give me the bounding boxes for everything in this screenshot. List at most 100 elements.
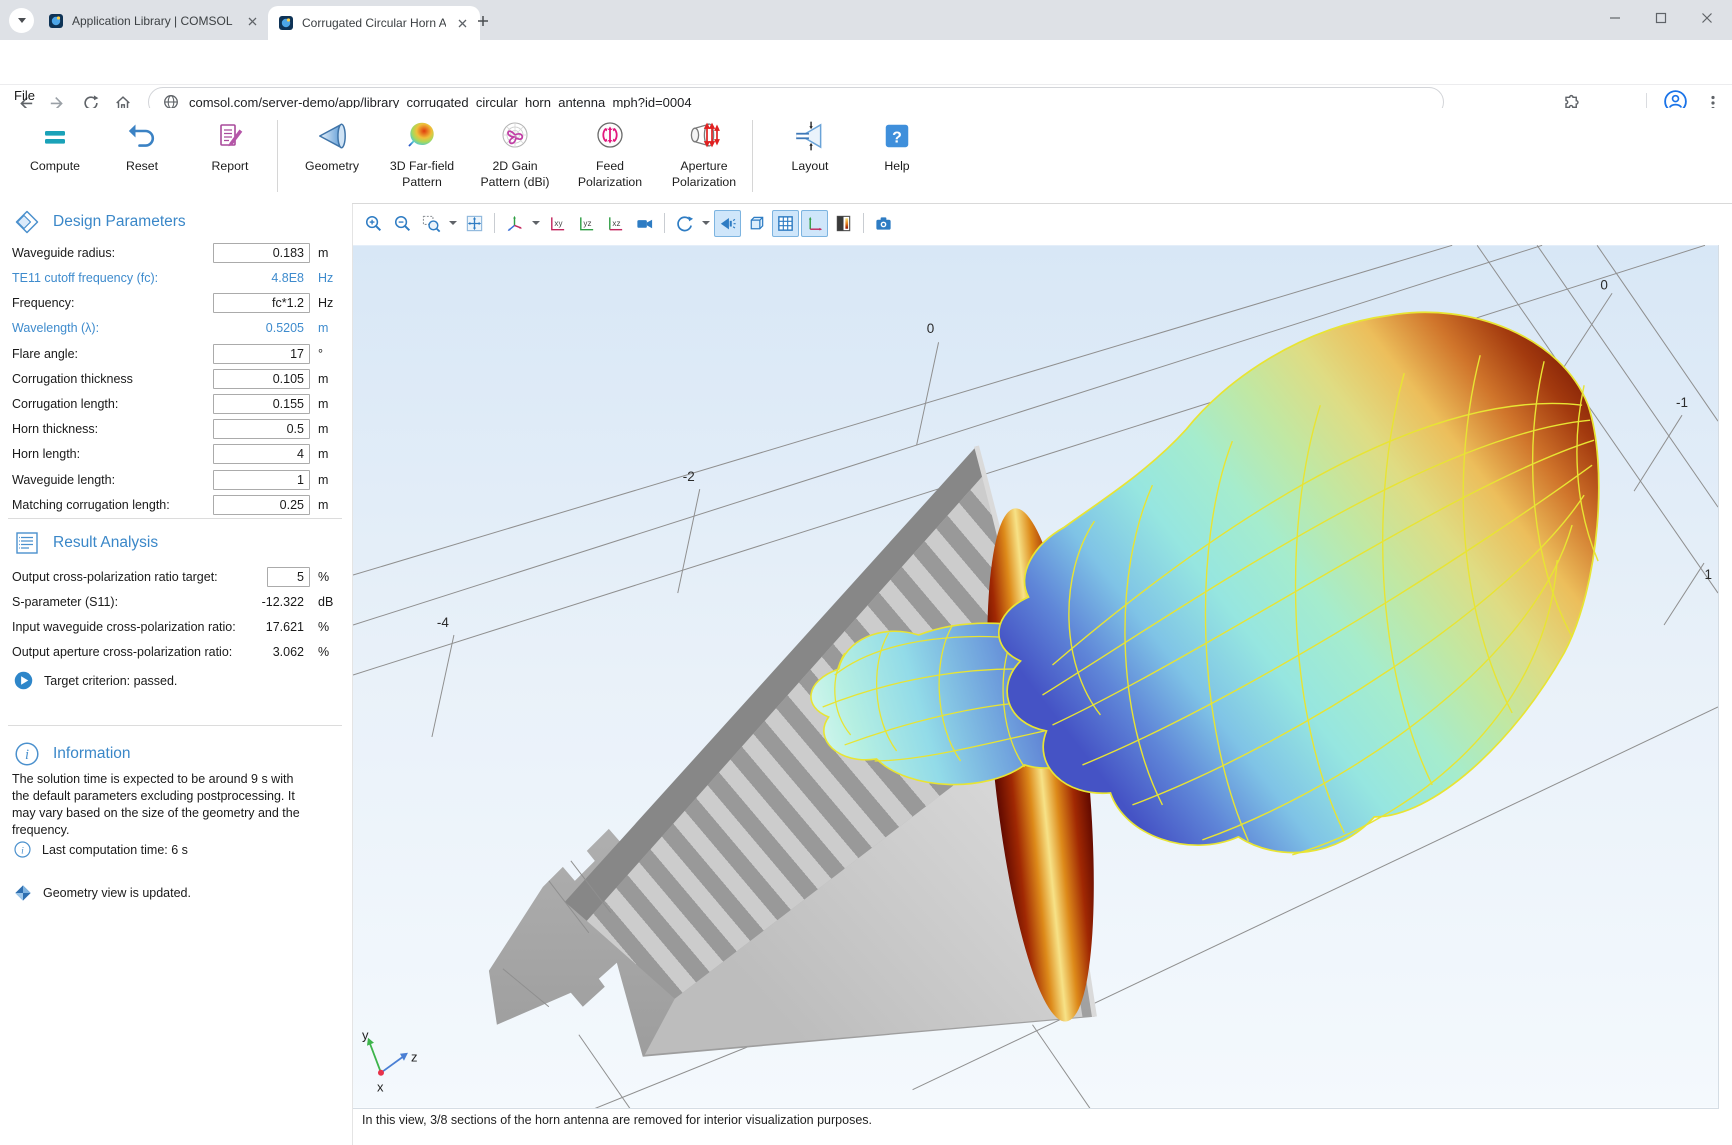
rotate-view-button[interactable]	[671, 210, 698, 237]
graphics-toolbar: xy yz xz	[356, 206, 897, 240]
param-row: Frequency: Hz	[12, 293, 344, 314]
2d-gain-icon	[468, 114, 562, 158]
app-window: Application Library | COMSOL S Corrugate…	[0, 0, 1732, 1145]
waveguide-length-input[interactable]	[213, 470, 310, 490]
grid-toggle[interactable]	[772, 210, 799, 237]
design-parameters-icon	[14, 209, 40, 235]
compute-icon	[10, 114, 100, 158]
svg-text:0: 0	[1600, 277, 1608, 292]
param-row: Horn length: m	[12, 444, 344, 465]
param-row: Horn thickness: m	[12, 419, 344, 440]
result-row: Output cross-polarization ratio target: …	[12, 567, 344, 588]
maximize-button[interactable]	[1638, 0, 1684, 36]
svg-text:i: i	[21, 845, 24, 856]
comsol-favicon-icon	[278, 15, 294, 31]
information-icon: i	[14, 741, 40, 767]
svg-text:z: z	[411, 1050, 418, 1065]
svg-text:-1: -1	[1676, 395, 1688, 410]
svg-text:y: y	[362, 1028, 369, 1043]
file-menu[interactable]: File	[14, 88, 35, 103]
close-icon[interactable]	[244, 17, 260, 26]
view-xy-button[interactable]: xy	[544, 210, 571, 237]
view-yz-button[interactable]: yz	[573, 210, 600, 237]
help-button[interactable]: ? Help	[852, 114, 942, 175]
aperture-polarization-button[interactable]: AperturePolarization	[658, 114, 750, 190]
frequency-input[interactable]	[213, 293, 310, 313]
browser-tabstrip: Application Library | COMSOL S Corrugate…	[0, 0, 1732, 40]
param-row: Corrugation length: m	[12, 394, 344, 415]
param-row: Waveguide radius: m	[12, 243, 344, 264]
tab-search-button[interactable]	[9, 8, 34, 33]
reset-button[interactable]: Reset	[97, 114, 187, 175]
new-tab-button[interactable]	[472, 10, 494, 32]
view-xz-button[interactable]: xz	[602, 210, 629, 237]
view-dropdown-icon[interactable]	[532, 221, 540, 225]
feed-polarization-button[interactable]: FeedPolarization	[564, 114, 656, 190]
toolbar-separator	[494, 213, 495, 233]
s-parameter-value: -12.322	[213, 595, 310, 609]
geometry-button[interactable]: Geometry	[287, 114, 377, 175]
minimize-button[interactable]	[1592, 0, 1638, 36]
horn-thickness-input[interactable]	[213, 419, 310, 439]
param-row: Corrugation thickness m	[12, 369, 344, 390]
comsol-favicon-icon	[48, 13, 64, 29]
projection-camera-button[interactable]	[631, 210, 658, 237]
horn-length-input[interactable]	[213, 444, 310, 464]
zoom-extents-button[interactable]	[461, 210, 488, 237]
waveguide-radius-input[interactable]	[213, 243, 310, 263]
2d-gain-pattern-button[interactable]: 2D GainPattern (dBi)	[468, 114, 562, 190]
3d-farfield-pattern-button[interactable]: 3D Far-fieldPattern	[376, 114, 468, 190]
zoom-box-button[interactable]	[418, 210, 445, 237]
param-row: Wavelength (λ): 0.5205 m	[12, 318, 344, 339]
aperture-polarization-icon	[658, 114, 750, 158]
cross-polarization-target-input[interactable]	[267, 567, 310, 587]
zoom-box-dropdown-icon[interactable]	[449, 221, 457, 225]
report-button[interactable]: Report	[185, 114, 275, 175]
result-analysis-header: Result Analysis	[14, 530, 158, 556]
close-window-button[interactable]	[1684, 0, 1730, 36]
settings-panel: Design Parameters Waveguide radius: m TE…	[0, 203, 352, 1145]
toolbar-separator	[863, 213, 864, 233]
compute-button[interactable]: Compute	[10, 114, 100, 175]
transparency-toggle[interactable]	[743, 210, 770, 237]
tab-title: Corrugated Circular Horn Anten	[302, 16, 446, 30]
layout-button[interactable]: Layout	[765, 114, 855, 175]
default-view-button[interactable]	[501, 210, 528, 237]
tab-application-library[interactable]: Application Library | COMSOL S	[38, 7, 270, 35]
corrugation-thickness-input[interactable]	[213, 369, 310, 389]
browser-navbar: comsol.com/server-demo/app/library_corru…	[0, 40, 1732, 85]
zoom-in-button[interactable]	[360, 210, 387, 237]
matching-corrugation-length-input[interactable]	[213, 495, 310, 515]
svg-text:x: x	[377, 1080, 384, 1095]
information-paragraph: The solution time is expected to be arou…	[12, 771, 312, 840]
graphics-canvas[interactable]: 0 -2 -4 0 -1 1	[353, 245, 1719, 1109]
svg-text:1: 1	[1705, 567, 1713, 582]
svg-text:xy: xy	[554, 218, 563, 227]
svg-text:yz: yz	[583, 218, 591, 227]
help-icon: ?	[852, 114, 942, 158]
flare-angle-input[interactable]	[213, 344, 310, 364]
snapshot-button[interactable]	[870, 210, 897, 237]
tab-title: Application Library | COMSOL S	[72, 14, 236, 28]
legend-toggle[interactable]	[830, 210, 857, 237]
3d-view: 0 -2 -4 0 -1 1	[353, 245, 1718, 1108]
axes-toggle[interactable]	[801, 210, 828, 237]
result-row: Input waveguide cross-polarization ratio…	[12, 617, 344, 638]
target-criterion-status: Target criterion: passed.	[14, 671, 177, 690]
layout-icon	[765, 114, 855, 158]
status-text: Target criterion: passed.	[44, 674, 177, 688]
result-row: S-parameter (S11): -12.322 dB	[12, 592, 344, 613]
input-cross-polarization-value: 17.621	[213, 620, 310, 634]
param-row: Matching corrugation length: m	[12, 495, 344, 516]
zoom-out-button[interactable]	[389, 210, 416, 237]
scene-light-toggle[interactable]	[714, 210, 741, 237]
play-status-icon	[14, 671, 33, 690]
rotate-dropdown-icon[interactable]	[702, 221, 710, 225]
close-icon[interactable]	[454, 19, 470, 28]
svg-text:xz: xz	[612, 218, 620, 227]
corrugation-length-input[interactable]	[213, 394, 310, 414]
ribbon-separator	[277, 120, 278, 192]
svg-text:-2: -2	[683, 469, 695, 484]
tab-corrugated-horn[interactable]: Corrugated Circular Horn Anten	[268, 6, 480, 40]
geometry-diamond-icon	[14, 884, 32, 902]
